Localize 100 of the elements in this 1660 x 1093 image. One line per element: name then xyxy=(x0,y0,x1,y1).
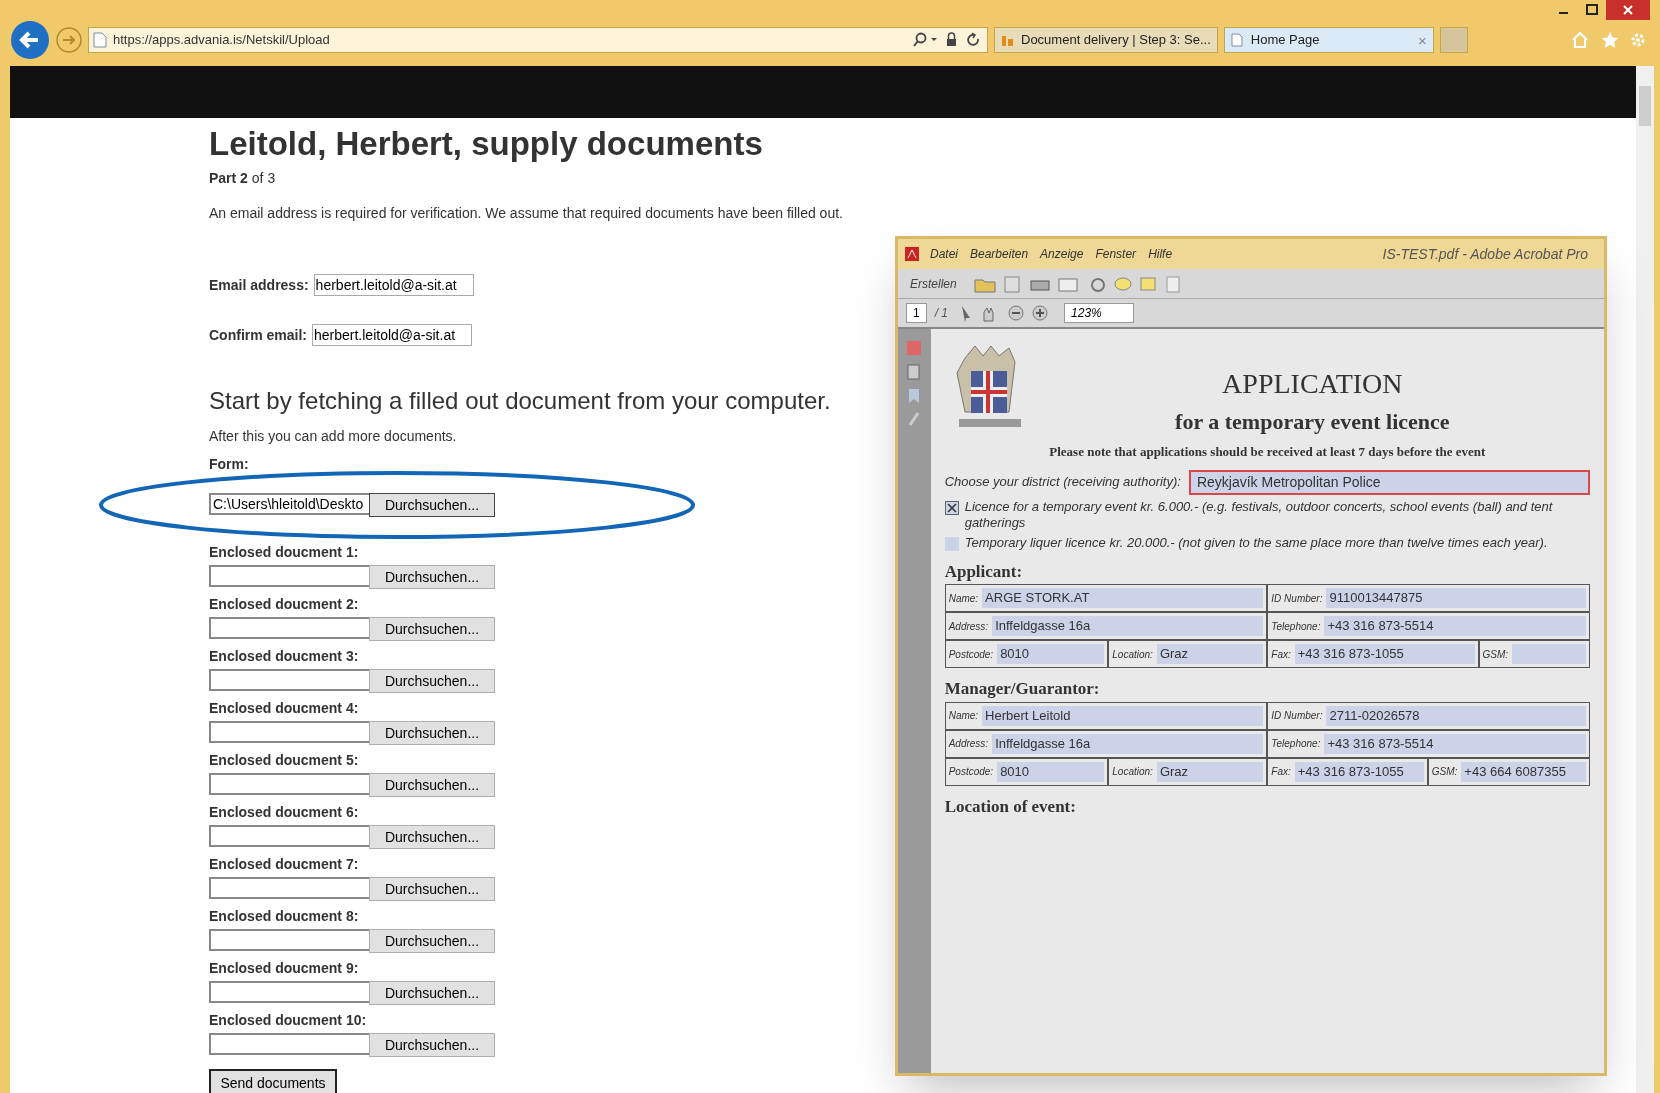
form-field[interactable]: 8010 xyxy=(997,644,1105,664)
field-label: Enclosed doucment 8: xyxy=(209,907,359,925)
file-path-field[interactable] xyxy=(209,877,369,899)
page-title: Leitold, Herbert, supply documents xyxy=(209,124,763,164)
file-path-field[interactable]: C:\Users\hleitold\Deskto xyxy=(209,493,369,515)
browse-button[interactable]: Durchsuchen... xyxy=(369,565,495,589)
field-label: Enclosed doucment 3: xyxy=(209,647,359,665)
file-path-field[interactable] xyxy=(209,721,369,743)
file-path-field[interactable] xyxy=(209,617,369,639)
menu-item[interactable]: Anzeige xyxy=(1040,245,1084,263)
form-field[interactable]: Inffeldgasse 16a xyxy=(992,733,1264,754)
field-label: Name: xyxy=(948,709,979,723)
scrollbar[interactable] xyxy=(1636,66,1654,1093)
form-field[interactable]: Inffeldgasse 16a xyxy=(992,616,1264,636)
file-path-field[interactable] xyxy=(209,1033,369,1055)
address-bar[interactable]: https://apps.advania.is/Netskil/Upload xyxy=(88,27,988,53)
field-label: Postcode: xyxy=(948,647,994,662)
browse-button[interactable]: Durchsuchen... xyxy=(369,493,495,517)
create-button[interactable]: Erstellen xyxy=(906,274,961,293)
file-path-field[interactable] xyxy=(209,981,369,1003)
field-label: ID Number: xyxy=(1271,709,1323,723)
field-label: Fax: xyxy=(1271,765,1291,779)
close-icon[interactable] xyxy=(1606,0,1650,20)
file-path-field[interactable] xyxy=(209,565,369,587)
intro-text: An email address is required for verification. We assume that required documents have been filled out. xyxy=(209,204,843,223)
field-label: Postcode: xyxy=(948,765,994,779)
form-field[interactable]: 9110013447875 xyxy=(1326,588,1586,608)
field-label: Confirm email: xyxy=(209,325,307,345)
browse-button[interactable]: Durchsuchen... xyxy=(369,721,495,745)
field-label: Enclosed doucment 9: xyxy=(209,959,359,977)
district-label: Choose your district (receiving authority): xyxy=(944,473,1181,492)
acrobat-icon xyxy=(904,246,920,262)
browse-button[interactable]: Durchsuchen... xyxy=(369,825,495,849)
menu-item[interactable]: Bearbeiten xyxy=(970,245,1029,263)
field-label: Name: xyxy=(948,591,979,606)
form-field[interactable]: +43 316 873-5514 xyxy=(1324,616,1586,636)
window-title: IS-TEST.pdf - Adobe Acrobat Pro xyxy=(1382,244,1588,264)
form-field[interactable]: ARGE STORK.AT xyxy=(982,588,1264,608)
field-label: Form: xyxy=(209,455,249,473)
form-field[interactable]: 2711-02026578 xyxy=(1326,705,1586,726)
document-subheading: for a temporary event licence xyxy=(1175,408,1450,436)
page-icon xyxy=(1230,33,1245,47)
field-label: Telephone: xyxy=(1271,737,1321,751)
field-label: Email address: xyxy=(209,275,309,295)
note-text: Please note that applications should be received at least 7 days before the event xyxy=(1048,443,1487,461)
field-label: Telephone: xyxy=(1271,619,1321,634)
browse-button[interactable]: Durchsuchen... xyxy=(369,773,495,797)
send-documents-button[interactable]: Send documents xyxy=(209,1069,337,1093)
browse-button[interactable]: Durchsuchen... xyxy=(369,669,495,693)
browse-button[interactable]: Durchsuchen... xyxy=(369,1033,495,1057)
menu-item[interactable]: Fenster xyxy=(1095,245,1137,263)
field-label: Enclosed doucment 5: xyxy=(209,751,359,769)
page-number-field[interactable]: 1 xyxy=(906,303,927,323)
browser-tab[interactable]: Home Page × xyxy=(1223,27,1434,53)
forward-icon[interactable] xyxy=(56,27,82,53)
zoom-field[interactable]: 123% xyxy=(1064,303,1135,323)
form-field[interactable]: +43 316 873-1055 xyxy=(1294,761,1424,782)
option-label: Temporary liquer licence kr. 20.000.- (not given to the same place more than twelve times each year). xyxy=(964,534,1548,551)
url-text[interactable]: https://apps.advania.is/Netskil/Upload xyxy=(113,30,907,50)
note-text: After this you can add more documents. xyxy=(209,427,457,446)
field-label: Enclosed doucment 1: xyxy=(209,543,359,561)
form-field[interactable]: +43 316 873-1055 xyxy=(1294,644,1475,664)
form-field[interactable]: Graz xyxy=(1156,761,1264,782)
browse-button[interactable]: Durchsuchen... xyxy=(369,877,495,901)
browse-button[interactable]: Durchsuchen... xyxy=(369,929,495,953)
email-field[interactable]: herbert.leitold@a-sit.at xyxy=(313,274,474,296)
field-label: Enclosed doucment 2: xyxy=(209,595,359,613)
menu-item[interactable]: Hilfe xyxy=(1148,245,1173,263)
file-path-field[interactable] xyxy=(209,929,369,951)
section-heading: Location of event: xyxy=(944,795,1077,818)
scrollbar-thumb[interactable] xyxy=(1639,86,1651,126)
field-label: Enclosed doucment 4: xyxy=(209,699,359,717)
browse-button[interactable]: Durchsuchen... xyxy=(369,617,495,641)
form-field[interactable] xyxy=(1512,644,1586,664)
field-label: GSM: xyxy=(1482,647,1509,662)
field-label: Location: xyxy=(1112,765,1153,779)
field-label: Enclosed doucment 10: xyxy=(209,1011,367,1029)
email-field[interactable]: herbert.leitold@a-sit.at xyxy=(312,324,472,346)
field-label: Location: xyxy=(1112,647,1153,662)
form-field[interactable]: +43 664 6087355 xyxy=(1461,761,1586,782)
browse-button[interactable]: Durchsuchen... xyxy=(369,981,495,1005)
document-heading: APPLICATION xyxy=(1222,367,1403,401)
checkbox[interactable] xyxy=(944,536,959,551)
section-heading: Applicant: xyxy=(944,560,1024,583)
menu-item[interactable]: Datei xyxy=(930,245,958,263)
browser-tab[interactable]: Document delivery | Step 3: Se... xyxy=(994,27,1218,53)
form-field[interactable]: +43 316 873-5514 xyxy=(1324,733,1586,754)
file-path-field[interactable] xyxy=(209,825,369,847)
site-icon xyxy=(1001,33,1015,47)
tab-title: Home Page xyxy=(1250,31,1321,50)
form-field[interactable]: 8010 xyxy=(997,761,1105,782)
form-field[interactable]: Herbert Leitold xyxy=(982,705,1264,726)
form-field[interactable]: Graz xyxy=(1156,644,1264,664)
field-label: Enclosed doucment 6: xyxy=(209,803,359,821)
file-path-field[interactable] xyxy=(209,669,369,691)
checkbox[interactable] xyxy=(944,500,959,515)
back-icon[interactable] xyxy=(10,20,50,60)
section-heading: Manager/Guarantor: xyxy=(944,678,1101,700)
district-field[interactable]: Reykjavík Metropolitan Police xyxy=(1188,469,1590,495)
file-path-field[interactable] xyxy=(209,773,369,795)
